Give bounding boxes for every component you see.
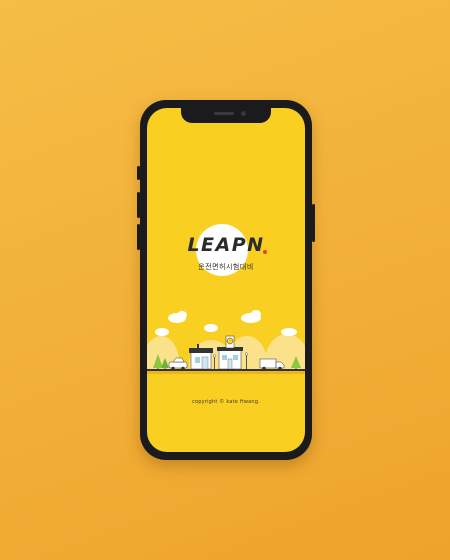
phone-notch [181,108,271,123]
mute-switch [137,166,140,180]
phone-mockup: LEAPN 운전면허시험대비 copyright © kate Hwang. [137,100,315,460]
splash-screen: LEAPN 운전면허시험대비 copyright © kate Hwang. [147,108,305,452]
power-button [312,204,315,242]
speaker-grille [214,112,234,115]
town-scene-illustration [147,310,305,374]
logo-text: LEAPN [187,234,265,256]
volume-down-button [137,224,140,250]
volume-up-button [137,192,140,218]
logo-accent-dot [263,250,267,254]
front-camera-icon [241,111,246,116]
cloud-icon [155,310,297,336]
app-subtitle: 운전면허시험대비 [198,263,254,271]
copyright-text: copyright © kate Hwang. [192,399,260,405]
app-logo: LEAPN 운전면허시험대비 [147,224,305,284]
road-icon [147,369,305,374]
